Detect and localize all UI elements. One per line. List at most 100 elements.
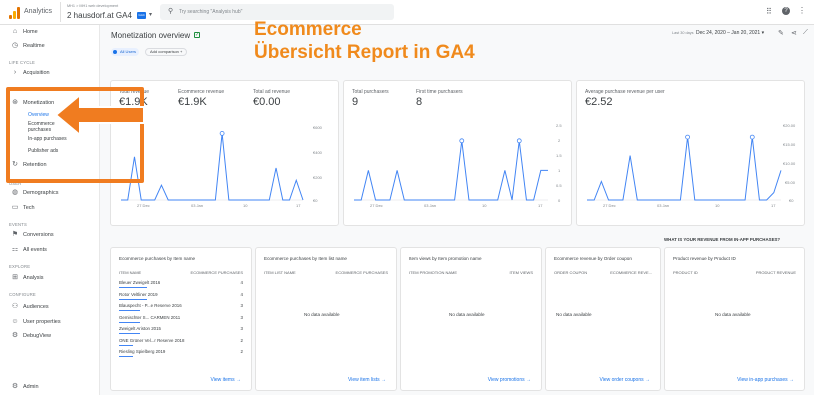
chevron-down-icon[interactable]: ▾	[149, 11, 152, 18]
apps-grid-icon[interactable]: ⠿	[766, 7, 772, 16]
promotion-card: Item views by Item promotion name ITEM P…	[400, 247, 542, 391]
column-header: ITEM LIST NAME	[264, 270, 296, 275]
view-in-app-purchases-link[interactable]: View in-app purchases →	[737, 377, 794, 383]
data-point[interactable]	[459, 138, 465, 144]
view-items-link[interactable]: View items →	[211, 377, 241, 383]
item-purchases: 3	[240, 314, 243, 320]
table-row[interactable]: Zweigelt Ariston 2015 3	[119, 324, 243, 335]
sidebar-item-admin[interactable]: ⚙ Admin	[0, 382, 100, 393]
view-item-lists-link[interactable]: View item lists →	[348, 377, 386, 383]
sidebar-item-user-properties[interactable]: ☺ User properties	[0, 317, 100, 328]
row-share-bar	[119, 333, 140, 334]
card-title: Ecommerce purchases by Item name	[119, 256, 196, 261]
flag-icon: ⚑	[11, 231, 19, 238]
sidebar-item-label: Analysis	[23, 275, 44, 281]
date-range-picker[interactable]: Dec 24, 2020 – Jan 20, 2021 ▾	[696, 30, 764, 36]
card-title: Ecommerce purchases by Item list name	[264, 256, 347, 261]
page-title: Monetization overview	[111, 31, 191, 40]
y-tick-label: €600	[313, 125, 322, 130]
more-vert-icon[interactable]: ⋮	[798, 6, 806, 15]
highlight-arrow	[56, 95, 144, 135]
sidebar-item-home[interactable]: ⌂ Home	[0, 27, 100, 38]
sidebar-item-all-events[interactable]: ⚏ All events	[0, 245, 100, 256]
card-title: Ecommerce revenue by Order coupon	[554, 256, 632, 261]
metric-value: €2.52	[585, 96, 613, 108]
audiences-icon: ⚇	[11, 303, 19, 310]
insights-icon[interactable]: ⟋	[803, 29, 808, 37]
data-point[interactable]	[516, 138, 522, 144]
purchasers-card: Total purchasers 9 First time purchasers…	[343, 80, 572, 226]
devices-icon: ▭	[11, 204, 19, 211]
data-point[interactable]	[749, 134, 755, 140]
gear-icon: ⚙	[11, 383, 19, 390]
card-title: Product revenue by Product ID	[673, 256, 736, 261]
row-share-bar	[119, 287, 147, 288]
table-row[interactable]: Riesling Spielberg 2019 2	[119, 347, 243, 358]
y-tick-label: 1.5	[556, 153, 562, 158]
item-name: Zweigelt Ariston 2015	[119, 326, 161, 331]
y-tick-label: 1	[558, 168, 561, 173]
section-events: EVENTS	[9, 222, 27, 227]
x-tick-label: 03 Jan	[424, 203, 437, 208]
no-data-text: No data available	[556, 312, 592, 317]
overlay-caption: Ecommerce Übersicht Report in GA4	[254, 18, 475, 64]
globe-icon: ◍	[11, 189, 19, 196]
table-row[interactable]: ONE Grüner Vel...r Reserve 2018 2	[119, 336, 243, 347]
y-tick-label: 0	[558, 198, 561, 203]
person-icon: ☺	[11, 318, 19, 325]
column-header: ITEM VIEWS	[509, 270, 533, 275]
column-header: ECOMMERCE REVE...	[610, 270, 652, 275]
sidebar-item-label: Conversions	[23, 232, 54, 238]
y-tick-label: 2.5	[556, 123, 562, 128]
sidebar-item-tech[interactable]: ▭ Tech	[0, 203, 100, 214]
sidebar-item-debugview[interactable]: ⚙ DebugView	[0, 331, 100, 342]
all-users-chip[interactable]: All Users	[111, 48, 140, 56]
table-row[interactable]: Gemischter S... CARMEN 2011 3	[119, 313, 243, 324]
property-selector[interactable]: 2 hausdorf.at GA4	[67, 11, 132, 20]
sidebar-item-demographics[interactable]: ◍ Demographics	[0, 188, 100, 199]
table-row[interactable]: Bleuer Zweigelt 2016 4	[119, 278, 243, 289]
x-tick-label: 10	[482, 203, 487, 208]
row-share-bar	[119, 356, 133, 357]
product-revenue-card: Product revenue by Product ID PRODUCT ID…	[664, 247, 805, 391]
row-share-bar	[119, 310, 140, 311]
verified-check-icon: ✓	[194, 32, 200, 38]
home-icon: ⌂	[12, 28, 18, 35]
metric-value: €0.00	[253, 96, 281, 108]
sidebar-item-analysis[interactable]: ⊞ Analysis	[0, 273, 100, 284]
column-header: ECOMMERCE PURCHASES	[335, 270, 388, 275]
coupon-card: Ecommerce revenue by Order coupon ORDER …	[545, 247, 661, 391]
date-label: Last 30 days	[672, 31, 694, 35]
y-tick-label: €0	[789, 198, 794, 203]
sidebar-item-conversions[interactable]: ⚑ Conversions	[0, 230, 100, 241]
help-icon[interactable]: ?	[782, 7, 790, 15]
data-point[interactable]	[685, 134, 690, 140]
sidebar-item-audiences[interactable]: ⚇ Audiences	[0, 302, 100, 313]
item-purchases: 4	[240, 280, 243, 285]
x-tick-label: 17	[771, 203, 776, 208]
table-row[interactable]: Blauspecht - P...e Reserve 2016 3	[119, 301, 243, 312]
main-content: Monetization overview ✓ All Users Add co…	[100, 25, 814, 395]
search-input[interactable]: Try searching "Analysis hub"	[179, 9, 242, 15]
share-icon[interactable]: ⋖	[791, 29, 797, 37]
sidebar-item-acquisition[interactable]: › Acquisition	[0, 68, 100, 79]
view-order-coupons-link[interactable]: View order coupons →	[600, 377, 651, 383]
account-breadcrumb[interactable]: MH1 > MH1 web development	[67, 4, 118, 8]
x-tick-label: 03 Jan	[657, 203, 670, 208]
series-line	[121, 133, 304, 201]
x-tick-label: 03 Jan	[191, 203, 204, 208]
table-row[interactable]: Rotor Veltliner 2019 4	[119, 290, 243, 301]
x-tick-label: 10	[715, 203, 720, 208]
sidebar-item-label: Audiences	[23, 304, 49, 310]
revenue-card: Total revenue €1.9K Ecommerce revenue €1…	[110, 80, 339, 226]
edit-report-icon[interactable]: ✎	[778, 29, 784, 37]
add-comparison-button[interactable]: Add comparison +	[145, 48, 188, 56]
item-purchases: 3	[240, 303, 243, 308]
view-promotions-link[interactable]: View promotions →	[488, 377, 531, 383]
sidebar-item-label: All events	[23, 247, 47, 253]
sidebar-item-realtime[interactable]: ◷ Realtime	[0, 41, 100, 52]
overlay-caption-line: Übersicht Report in GA4	[254, 42, 475, 63]
sidebar-item-label: Admin	[23, 384, 39, 390]
column-header: ITEM PROMOTION NAME	[409, 270, 457, 275]
data-point[interactable]	[219, 130, 225, 136]
